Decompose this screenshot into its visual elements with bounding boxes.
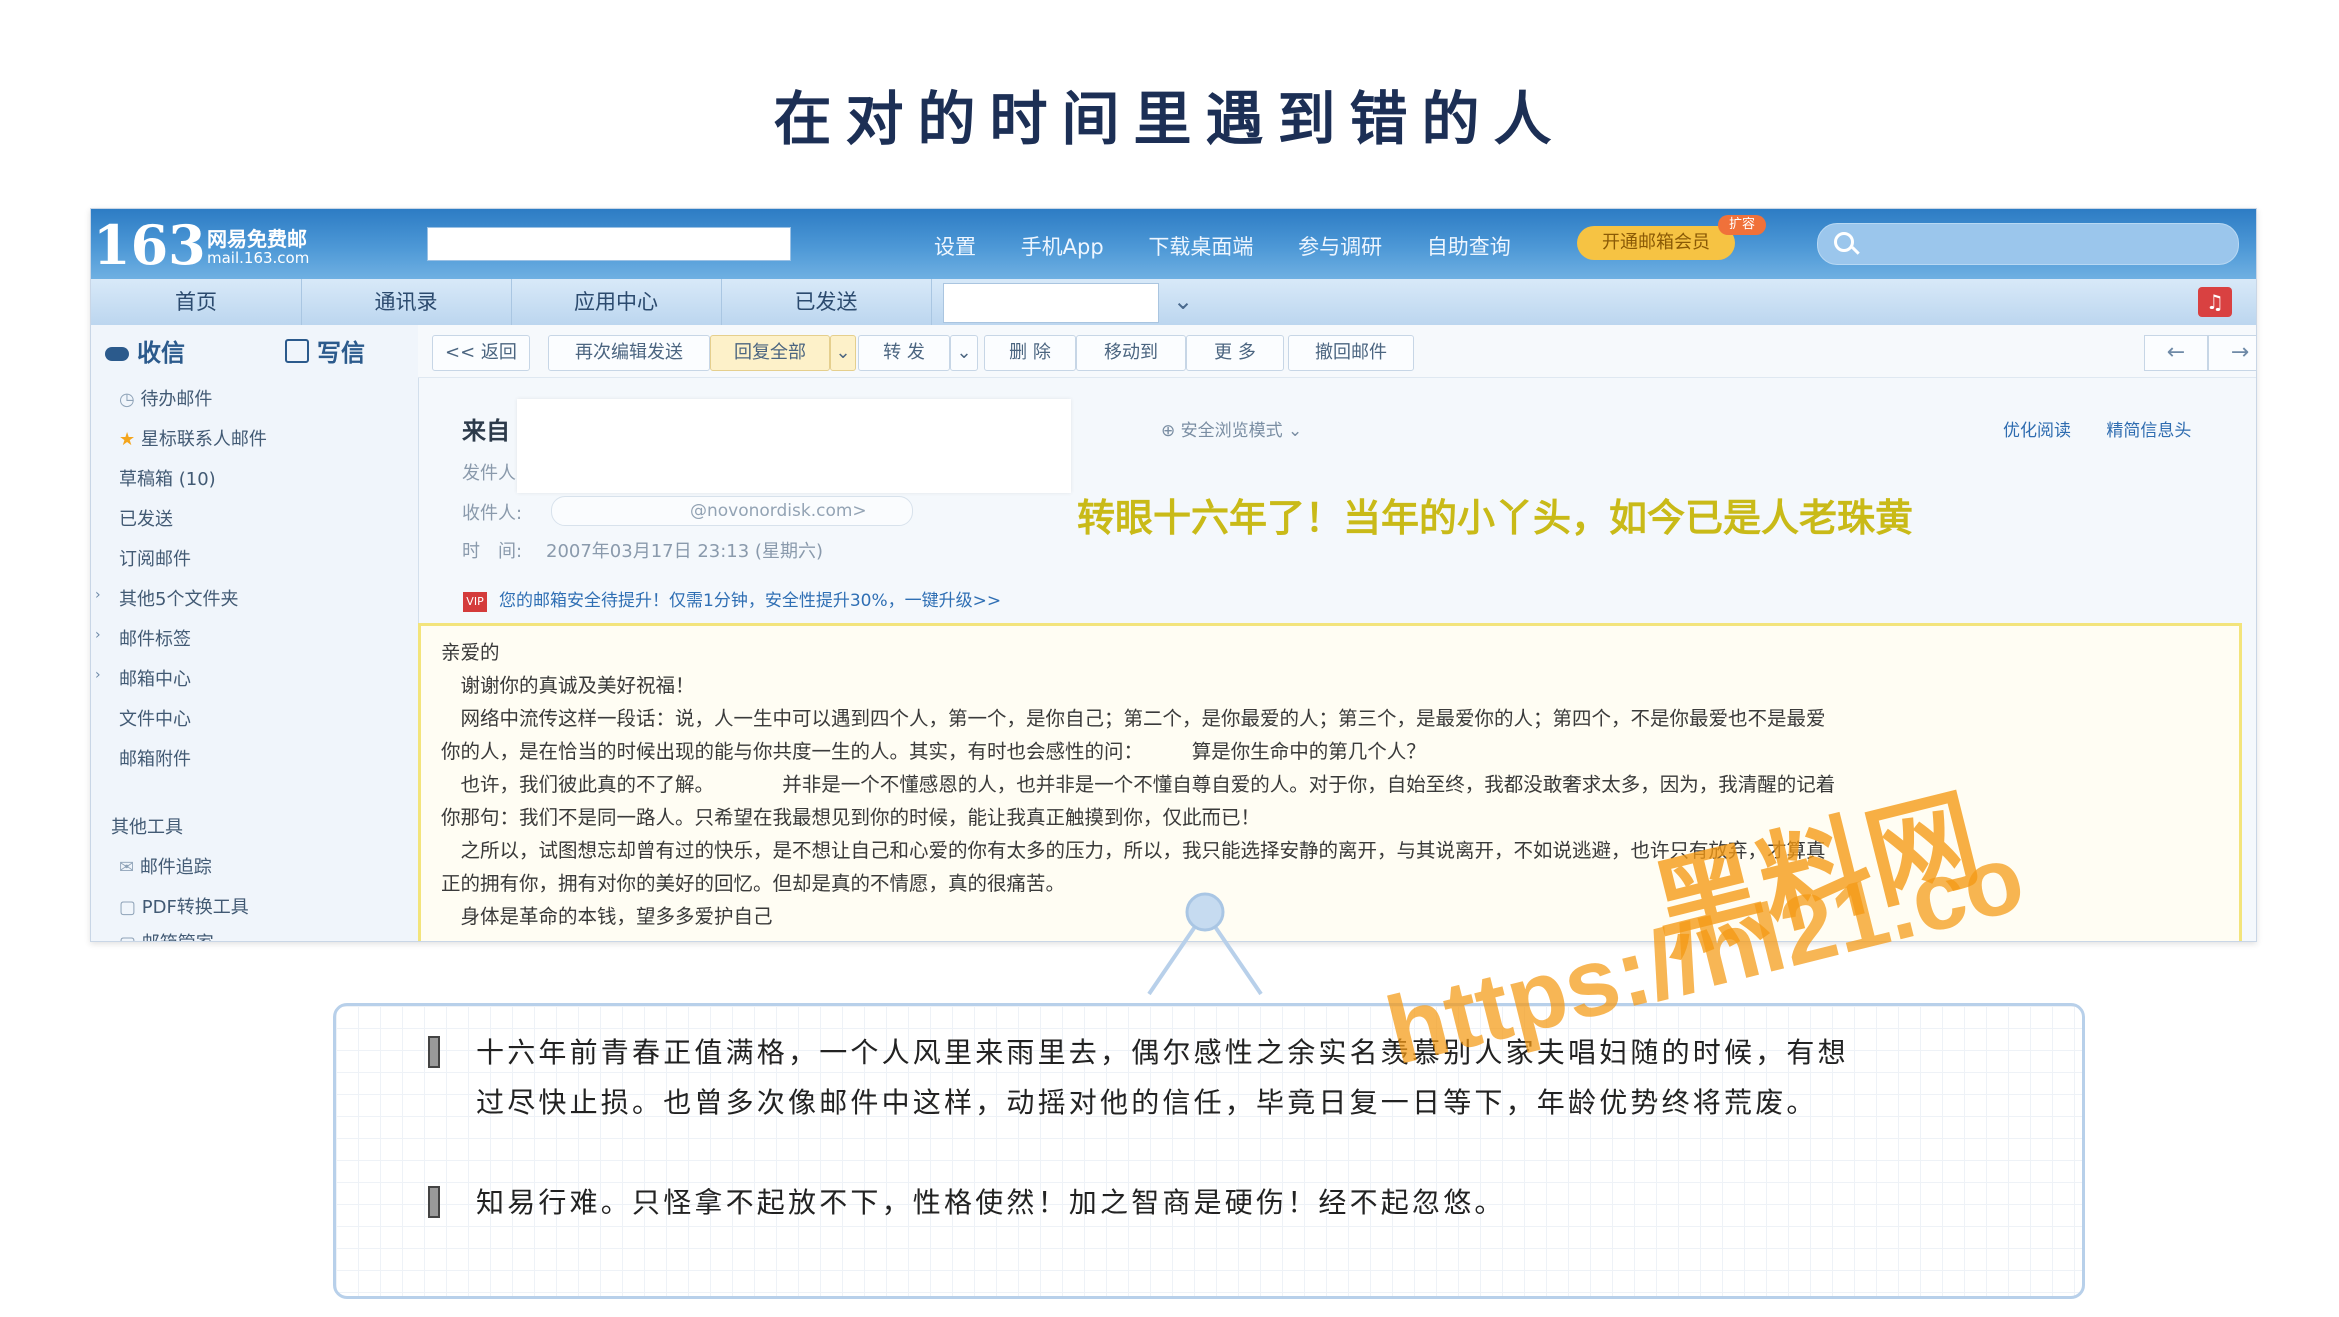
sidebar-item-attachments[interactable]: 邮箱附件 <box>119 745 191 771</box>
prev-mail-button[interactable]: ← <box>2144 335 2208 371</box>
slide-title: 在对的时间里遇到错的人 <box>773 85 1566 153</box>
forward-button[interactable]: 转 发 <box>858 335 950 371</box>
top-account-field[interactable] <box>427 227 791 261</box>
pdf-icon: ▢ <box>119 897 142 918</box>
bullet-marker <box>428 1036 440 1068</box>
search-icon <box>1834 232 1854 252</box>
chevron-down-icon[interactable]: ⌄ <box>1173 287 1193 315</box>
sidebar-tool-tracking[interactable]: ✉ 邮件追踪 <box>119 853 212 879</box>
recall-button[interactable]: 撤回邮件 <box>1288 335 1414 371</box>
shield-icon: ⊕ <box>1161 421 1181 441</box>
tab-contacts[interactable]: 通讯录 <box>301 279 512 325</box>
mail-topbar: 163 网易免费邮 mail.163.com 设置 手机App 下载桌面端 参与… <box>91 209 2256 279</box>
body-line: 你那句：我们不是同一路人。只希望在我最想见到你的时候，能让我真正触摸到你，仅此而… <box>441 806 1261 829</box>
chevron-right-icon[interactable]: › <box>95 667 101 683</box>
mail-sidebar: 收信 写信 ◷ 待办邮件 ★ 星标联系人邮件 草稿箱 (10) 已发送 订阅邮件… <box>91 325 419 941</box>
body-line: 之所以，试图想忘却曾有过的快乐，是不想让自己和心爱的你有太多的压力，所以，我只能… <box>441 839 1826 862</box>
reply-all-dropdown[interactable]: ⌄ <box>830 335 856 371</box>
back-button[interactable]: << 返回 <box>432 335 530 371</box>
body-line: 网络中流传这样一段话：说，人一生中可以遇到四个人，第一个，是你自己；第二个，是你… <box>441 707 1826 730</box>
sidebar-tool-pdf[interactable]: ▢ PDF转换工具 <box>119 893 249 919</box>
recipient-address[interactable]: @novonordisk.com> <box>551 496 913 526</box>
sidebar-item-other-folders[interactable]: 其他5个文件夹 <box>119 585 238 611</box>
manager-icon: ▢ <box>119 933 142 941</box>
music-icon[interactable]: ♫ <box>2198 287 2232 317</box>
inbox-button[interactable]: 收信 <box>105 333 185 368</box>
bullet-marker <box>428 1186 440 1218</box>
body-line: 正的拥有你，拥有对你的美好的回忆。但却是真的不情愿，真的很痛苦。 <box>441 872 1066 895</box>
compose-icon <box>285 339 309 363</box>
top-link-self-service[interactable]: 自助查询 <box>1427 235 1511 259</box>
sidebar-item-labels[interactable]: 邮件标签 <box>119 625 191 651</box>
mail-toolbar: << 返回 再次编辑发送 回复全部 ⌄ 转 发 ⌄ 删 除 移动到 更 多 撤回… <box>418 325 2256 378</box>
from-label: 来自 <box>462 417 510 445</box>
chevron-right-icon[interactable]: › <box>95 627 101 643</box>
next-mail-button[interactable]: → <box>2208 335 2256 371</box>
mail-track-icon: ✉ <box>119 857 140 878</box>
more-button[interactable]: 更 多 <box>1186 335 1284 371</box>
note-2-line-1: 知易行难。只怪拿不起放不下，性格使然！加之智商是硬伤！经不起忽悠。 <box>476 1186 1506 1219</box>
header-links: 优化阅读 精简信息头 <box>2003 416 2191 441</box>
inbox-icon <box>105 347 129 361</box>
vip-tag: 扩容 <box>1718 215 1766 235</box>
tab-sent[interactable]: 已发送 <box>721 279 932 325</box>
forward-dropdown[interactable]: ⌄ <box>950 335 978 371</box>
body-line: 身体是革命的本钱，望多多爱护自己 <box>441 905 773 928</box>
top-links: 设置 手机App 下载桌面端 参与调研 自助查询 <box>934 231 1549 261</box>
top-link-desktop[interactable]: 下载桌面端 <box>1148 235 1253 259</box>
sidebar-item-sent[interactable]: 已发送 <box>119 505 173 531</box>
body-line: 也许，我们彼此真的不了解。 并非是一个不懂感恩的人，也并非是一个不懂自尊自爱的人… <box>441 773 1836 796</box>
note-card: 十六年前青春正值满格，一个人风里来雨里去，偶尔感性之余实名羡慕别人家夫唱妇随的时… <box>333 1003 2085 1299</box>
delete-button[interactable]: 删 除 <box>984 335 1076 371</box>
callout-pointer <box>1147 892 1263 996</box>
safe-mode-toggle[interactable]: ⊕ 安全浏览模式 ⌄ <box>1161 416 1302 441</box>
sidebar-tool-manager[interactable]: ▢ 邮箱管家 <box>119 929 214 941</box>
reply-all-button[interactable]: 回复全部 <box>710 335 830 371</box>
top-link-survey[interactable]: 参与调研 <box>1298 235 1382 259</box>
recipient-label: 收件人: <box>462 503 523 524</box>
mail-logo-name: 网易免费邮 <box>207 227 307 251</box>
note-1-line-1: 十六年前青春正值满格，一个人风里来雨里去，偶尔感性之余实名羡慕别人家夫唱妇随的时… <box>476 1036 1849 1069</box>
body-line: 你的人，是在恰当的时候出现的能与你共度一生的人。其实，有时也会感性的问： 算是你… <box>441 740 1426 763</box>
optimized-read-link[interactable]: 优化阅读 <box>2003 421 2071 441</box>
chevron-right-icon[interactable]: › <box>95 587 101 603</box>
re-edit-button[interactable]: 再次编辑发送 <box>548 335 710 371</box>
tab-current-mail[interactable] <box>943 283 1159 323</box>
redaction-box <box>517 399 1071 493</box>
time-value: 2007年03月17日 23:13 (星期六) <box>546 541 823 562</box>
sidebar-item-starred[interactable]: ★ 星标联系人邮件 <box>119 425 267 451</box>
sidebar-tools-header: 其他工具 <box>111 817 183 838</box>
security-notice[interactable]: VIP 您的邮箱安全待提升！仅需1分钟，安全性提升30%，一键升级>> <box>463 586 1001 612</box>
compose-button[interactable]: 写信 <box>285 333 365 368</box>
sender-label: 发件人 <box>462 463 516 484</box>
sidebar-item-subscriptions[interactable]: 订阅邮件 <box>119 545 191 571</box>
body-line: 谢谢你的真诚及美好祝福！ <box>441 674 695 697</box>
star-icon: ★ <box>119 429 141 450</box>
mail-search-input[interactable] <box>1817 223 2239 265</box>
overlay-caption: 转眼十六年了！当年的小丫头，如今已是人老珠黄 <box>1077 496 1914 540</box>
sidebar-item-file-center[interactable]: 文件中心 <box>119 705 191 731</box>
body-line: 亲爱的 <box>441 641 500 664</box>
note-1-line-2: 过尽快止损。也曾多次像邮件中这样，动摇对他的信任，毕竟日复一日等下，年龄优势终将… <box>476 1086 1818 1119</box>
sidebar-item-mail-center[interactable]: 邮箱中心 <box>119 665 191 691</box>
top-link-settings[interactable]: 设置 <box>934 235 976 259</box>
vip-button[interactable]: 开通邮箱会员 <box>1577 226 1735 260</box>
sidebar-item-todo[interactable]: ◷ 待办邮件 <box>119 385 212 411</box>
vip-badge: VIP <box>463 592 487 612</box>
tab-apps[interactable]: 应用中心 <box>511 279 722 325</box>
time-label: 时 间: <box>462 541 523 562</box>
tab-home[interactable]: 首页 <box>91 279 302 325</box>
sidebar-item-drafts[interactable]: 草稿箱 (10) <box>119 465 216 491</box>
mail-logo-domain: mail.163.com <box>207 249 310 267</box>
mail-nav-bar: 首页 通讯录 应用中心 已发送 ⌄ ♫ <box>91 279 2256 325</box>
mail-logo-number[interactable]: 163 <box>93 213 206 277</box>
clock-icon: ◷ <box>119 389 141 410</box>
move-to-button[interactable]: 移动到 <box>1076 335 1186 371</box>
simple-header-link[interactable]: 精简信息头 <box>2106 421 2191 441</box>
top-link-mobile-app[interactable]: 手机App <box>1021 235 1104 259</box>
